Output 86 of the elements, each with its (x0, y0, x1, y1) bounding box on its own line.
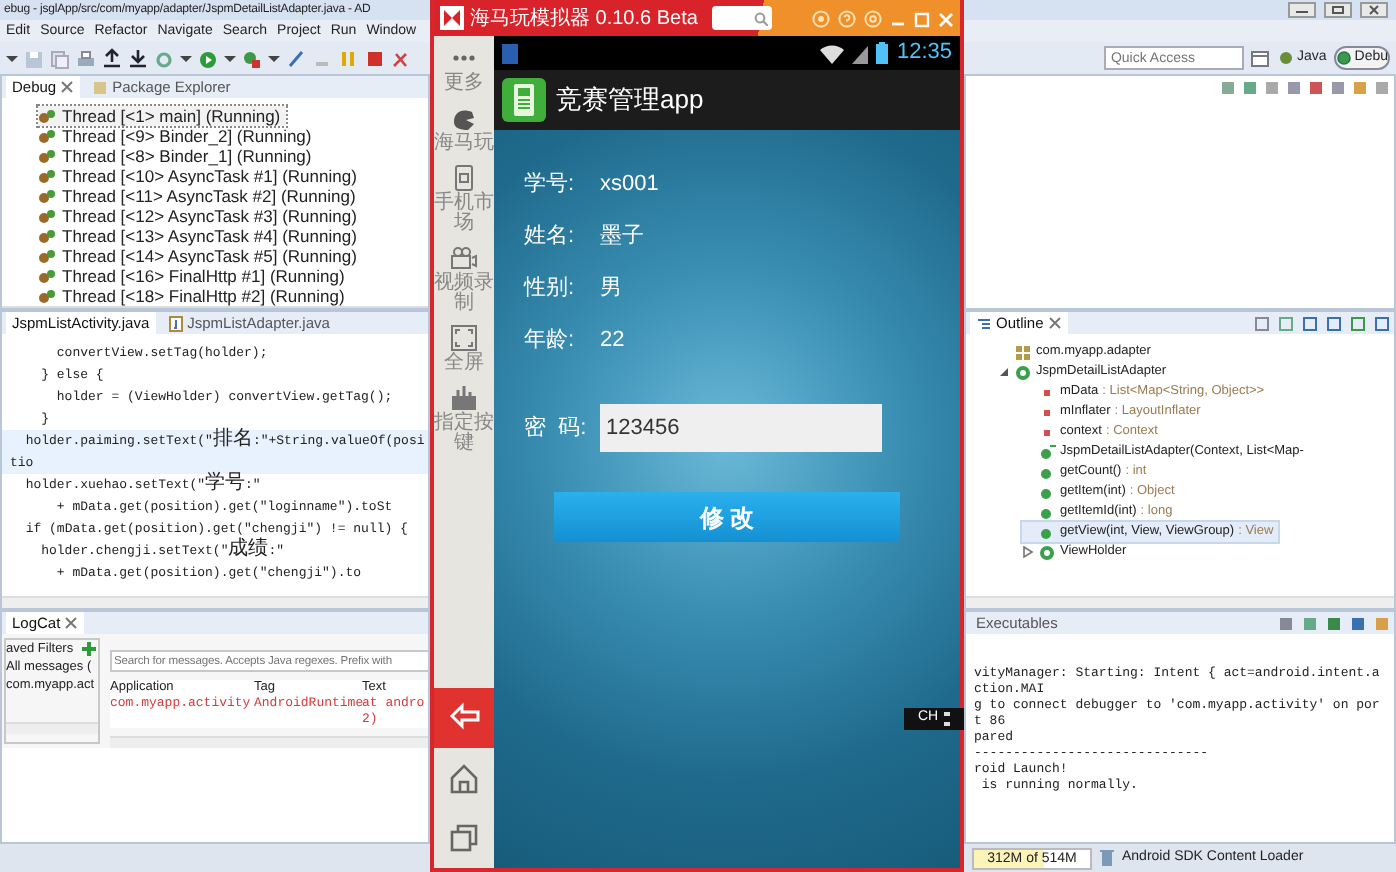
window-title: 海马玩模拟器 0.10.6 Beta (470, 5, 698, 33)
fullscreen-icon[interactable] (450, 324, 478, 352)
thread-item[interactable]: Thread [<14> AsyncTask #5] (Running) (38, 246, 363, 266)
run-icon[interactable] (198, 47, 218, 69)
field-value: 墨子 (600, 221, 644, 252)
notification-icon (502, 43, 518, 63)
close-icon[interactable] (60, 80, 75, 94)
scrollbar[interactable] (110, 736, 428, 748)
thread-icon (38, 268, 56, 284)
constructor-icon (1038, 443, 1056, 461)
keyboard-icon[interactable] (450, 384, 478, 412)
disconnect-icon[interactable] (390, 47, 410, 69)
collapsed-triangle-icon[interactable] (1022, 546, 1034, 558)
thread-icon (38, 108, 56, 124)
java-file-icon (167, 315, 184, 331)
recents-icon[interactable] (446, 820, 482, 856)
back-arrow-icon[interactable] (446, 700, 482, 736)
java-icon (1278, 50, 1295, 66)
close-icon[interactable] (1360, 2, 1388, 18)
add-icon[interactable] (81, 642, 96, 656)
field-value: xs001 (600, 169, 659, 200)
app-title: 竞赛管理app (556, 82, 704, 119)
copy-icon[interactable] (50, 47, 70, 69)
trash-icon[interactable] (1100, 848, 1114, 868)
thread-item[interactable]: Thread [<18> FinalHttp #2] (Running) (38, 286, 351, 306)
minimize-icon[interactable] (1288, 2, 1316, 18)
scrollbar[interactable] (966, 596, 1394, 608)
bug-icon (1336, 50, 1353, 66)
thread-item[interactable]: Thread [<13> AsyncTask #4] (Running) (38, 226, 363, 246)
thread-item[interactable]: Thread [<16> FinalHttp #1] (Running) (38, 266, 351, 286)
outline-icon (976, 315, 992, 331)
restore-icon[interactable] (1324, 2, 1352, 18)
thread-icon (38, 228, 56, 244)
thread-item[interactable]: Thread [<10> AsyncTask #1] (Running) (38, 166, 363, 186)
class-icon (1038, 543, 1056, 561)
expanded-triangle-icon[interactable] (998, 366, 1010, 378)
thread-icon (38, 148, 56, 164)
thread-item[interactable]: Thread [<1> main] (Running) (38, 106, 287, 126)
close-icon[interactable] (64, 616, 79, 630)
field-value: 男 (600, 273, 622, 304)
package-icon (1014, 343, 1032, 361)
class-icon (1014, 363, 1032, 381)
grip-icon (944, 712, 951, 726)
thread-item[interactable]: Thread [<9> Binder_2] (Running) (38, 126, 318, 146)
field-label: 姓名: (524, 221, 577, 252)
thread-icon (38, 128, 56, 144)
field-label: 学号: (524, 169, 577, 200)
pen-icon[interactable] (286, 47, 306, 69)
field-label: 性别: (524, 273, 577, 304)
thread-icon (38, 168, 56, 184)
scrollbar[interactable] (2, 596, 428, 608)
back-button[interactable] (434, 688, 494, 748)
open-perspective-icon[interactable] (1250, 48, 1271, 68)
stop-icon[interactable] (364, 47, 384, 69)
thread-icon (38, 208, 56, 224)
thread-icon (38, 288, 56, 304)
home-icon[interactable] (446, 760, 482, 796)
emulator-logo-icon (440, 6, 464, 30)
video-camera-icon[interactable] (450, 244, 478, 272)
maximize-icon[interactable] (914, 9, 930, 27)
phone-icon[interactable] (450, 164, 478, 192)
hippo-icon[interactable] (450, 104, 478, 132)
field-label: 密 码: (524, 413, 589, 444)
thread-item[interactable]: Thread [<8> Binder_1] (Running) (38, 146, 318, 166)
thread-icon (38, 248, 56, 264)
search-field[interactable] (711, 6, 772, 30)
upload-icon[interactable] (102, 47, 122, 69)
thread-item[interactable]: Thread [<12> AsyncTask #3] (Running) (38, 206, 363, 226)
clock-text: 12:35 (896, 38, 952, 69)
password-field[interactable]: 123456 (600, 404, 882, 452)
search-icon (753, 11, 768, 25)
help-icon[interactable] (838, 9, 856, 27)
battery-icon (876, 42, 889, 64)
field-value: 22 (600, 325, 625, 356)
signal-icon (852, 43, 869, 63)
thread-icon (38, 188, 56, 204)
wifi-icon (820, 43, 845, 63)
thread-item[interactable]: Thread [<11> AsyncTask #2] (Running) (38, 186, 362, 206)
package-icon (92, 79, 109, 95)
settings-icon[interactable] (812, 9, 830, 27)
field-label: 年龄: (524, 325, 577, 356)
close-icon[interactable] (1047, 316, 1062, 330)
external-tool-icon[interactable] (242, 47, 262, 69)
app-phone-icon (502, 78, 546, 122)
download-icon[interactable] (128, 47, 148, 69)
scrollbar[interactable] (6, 722, 98, 734)
